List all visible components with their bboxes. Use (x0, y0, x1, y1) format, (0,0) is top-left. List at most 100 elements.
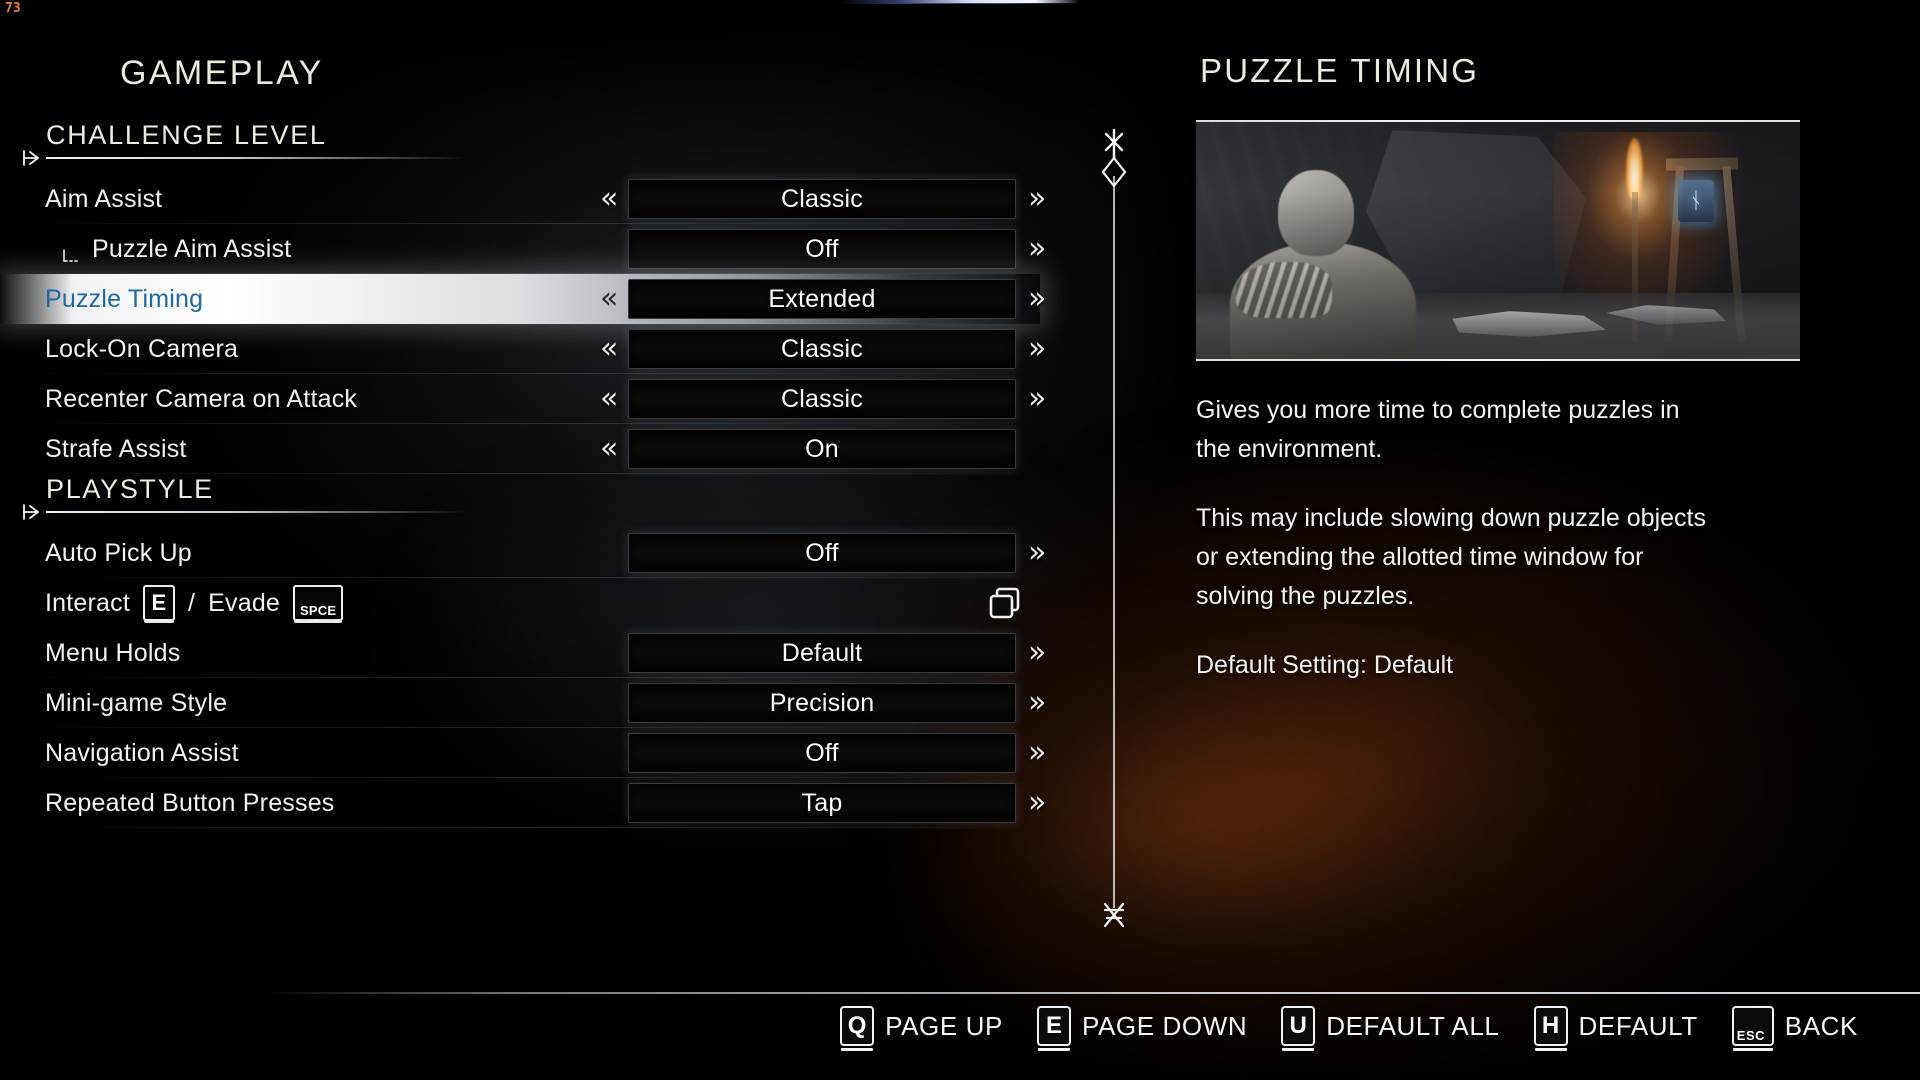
setting-row-label: Menu Holds (45, 639, 180, 668)
increment-arrow-icon[interactable]: » (1028, 334, 1046, 364)
key-u[interactable]: U (1281, 1006, 1316, 1051)
setting-value-box[interactable]: Extended (628, 279, 1016, 319)
key-e[interactable]: E (1036, 1006, 1071, 1051)
section-rule (46, 157, 466, 159)
footer-hints: Q PAGE UP E PAGE DOWN U DEFAULT ALL H DEFAULT ES… (840, 1006, 1858, 1051)
decrement-arrow-icon[interactable]: « (600, 434, 618, 464)
footer-hint-label: PAGE UP (885, 1010, 1003, 1041)
setting-row-label: Mini-game Style (45, 689, 227, 718)
increment-arrow-icon[interactable]: » (1028, 538, 1046, 568)
setting-row[interactable]: Navigation Assist Off » (0, 728, 1090, 778)
setting-row[interactable]: Menu Holds Default » (0, 628, 1090, 678)
increment-arrow-icon[interactable]: » (1028, 284, 1046, 314)
decrement-arrow-icon[interactable]: « (600, 284, 618, 314)
setting-row-label: Interact E / Evade SPCE (45, 585, 344, 621)
setting-label-text: Puzzle Aim Assist (92, 234, 292, 263)
section-rule (46, 511, 466, 513)
setting-row-label: Aim Assist (45, 185, 162, 214)
increment-arrow-icon[interactable]: » (1028, 184, 1046, 214)
section-header-label: CHALLENGE LEVEL (46, 120, 327, 150)
setting-row-label: Auto Pick Up (45, 539, 192, 568)
setting-value-text: Classic (781, 184, 863, 213)
footer-hint-bar: Q PAGE UP E PAGE DOWN U DEFAULT ALL H DEFAULT ES… (0, 992, 1920, 1080)
key-space[interactable]: SPCE (293, 585, 344, 621)
setting-label-text: Recenter Camera on Attack (45, 384, 358, 413)
key-h[interactable]: H (1533, 1006, 1568, 1051)
footer-hint[interactable]: E PAGE DOWN (1036, 1006, 1247, 1051)
setting-row[interactable]: Puzzle Aim Assist Off » (0, 224, 1090, 274)
setting-value-box[interactable]: On (628, 429, 1016, 469)
footer-hint[interactable]: U DEFAULT ALL (1281, 1006, 1499, 1051)
footer-hint-label: BACK (1784, 1010, 1858, 1041)
decrement-arrow-icon[interactable]: « (600, 184, 618, 214)
setting-label-text: Aim Assist (45, 184, 163, 213)
settings-list: CHALLENGE LEVEL Aim Assist «Classic» Puzzle… (0, 120, 1090, 980)
setting-row[interactable]: Recenter Camera on Attack « Classic » (0, 374, 1090, 424)
setting-value-text: Off (805, 234, 839, 263)
setting-row-interact-evade[interactable]: Interact E / Evade SPCE (0, 578, 1090, 628)
setting-row[interactable]: Repeated Button Presses Tap » (0, 778, 1090, 828)
increment-arrow-icon[interactable]: » (1028, 384, 1046, 414)
description-paragraph: Gives you more time to complete puzzles … (1196, 396, 1680, 463)
page-title-puzzle-timing: PUZZLE TIMING (1200, 52, 1480, 89)
settings-screen: 73 GAMEPLAY PUZZLE TIMING CHALLENGE LEVE… (0, 0, 1920, 1080)
frame-ornament-icon (1196, 120, 1204, 129)
setting-value-box[interactable]: Classic (628, 379, 1016, 419)
setting-value-box[interactable]: Off (628, 229, 1016, 269)
setting-row[interactable]: Aim Assist « Classic » (0, 174, 1090, 224)
setting-value-box[interactable]: Default (628, 633, 1016, 673)
page-title-gameplay: GAMEPLAY (120, 54, 324, 92)
setting-value-box[interactable]: Tap (628, 783, 1016, 823)
setting-value-text: Extended (768, 284, 876, 313)
setting-value-box[interactable]: Classic (628, 329, 1016, 369)
setting-label-text: Lock-On Camera (45, 334, 239, 363)
setting-value-box[interactable]: Off (628, 733, 1016, 773)
setting-value-box[interactable]: Classic (628, 179, 1016, 219)
description-default-setting: Default Setting: Default (1196, 651, 1454, 679)
preview-image (1196, 120, 1800, 361)
setting-label-text: Strafe Assist (45, 434, 187, 463)
key-esc[interactable]: ESC (1731, 1006, 1774, 1051)
setting-value-box[interactable]: Precision (628, 683, 1016, 723)
setting-row[interactable]: Mini-game Style Precision » (0, 678, 1090, 728)
decrement-arrow-icon[interactable]: « (600, 384, 618, 414)
setting-row[interactable]: Puzzle Timing « Extended » (0, 274, 1090, 324)
row-separator (0, 827, 1040, 828)
preview-scene (1196, 122, 1800, 359)
setting-row[interactable]: Strafe Assist « On (0, 424, 1090, 474)
footer-hint[interactable]: Q PAGE UP (840, 1006, 1003, 1051)
top-tab-strip[interactable] (0, 0, 1920, 10)
section-ornament-icon (22, 502, 48, 522)
setting-row[interactable]: Lock-On Camera « Classic » (0, 324, 1090, 374)
footer-hint[interactable]: ESC BACK (1731, 1006, 1858, 1051)
key-q[interactable]: Q (840, 1006, 875, 1051)
setting-label-text: Repeated Button Presses (45, 788, 335, 817)
preview-frame-top (1196, 120, 1800, 122)
frame-ornament-icon (1196, 352, 1204, 361)
section-header: PLAYSTYLE (0, 474, 1090, 528)
setting-label-text: Puzzle Timing (45, 284, 204, 313)
increment-arrow-icon[interactable]: » (1028, 638, 1046, 668)
setting-label-text: Mini-game Style (45, 688, 228, 717)
setting-label-text: Menu Holds (45, 638, 181, 667)
setting-description: Gives you more time to complete puzzles … (1196, 391, 1716, 685)
evade-label: Evade (208, 588, 281, 617)
increment-arrow-icon[interactable]: » (1028, 788, 1046, 818)
section-header: CHALLENGE LEVEL (0, 120, 1090, 174)
column-divider (1084, 128, 1144, 968)
frame-ornament-icon (1792, 352, 1800, 361)
increment-arrow-icon[interactable]: » (1028, 234, 1046, 264)
footer-hint[interactable]: H DEFAULT (1533, 1006, 1698, 1051)
footer-hint-label: DEFAULT (1578, 1010, 1698, 1041)
increment-arrow-icon[interactable]: » (1028, 688, 1046, 718)
setting-value-text: Classic (781, 384, 863, 413)
increment-arrow-icon[interactable]: » (1028, 738, 1046, 768)
section-header-label: PLAYSTYLE (46, 474, 214, 504)
setting-row[interactable]: Auto Pick Up Off » (0, 528, 1090, 578)
setting-value-box[interactable]: Off (628, 533, 1016, 573)
setting-value-text: Default (781, 638, 863, 667)
duplicate-squares-icon[interactable] (988, 586, 1022, 620)
key-e[interactable]: E (142, 585, 175, 621)
tab-underline-active (900, 0, 1080, 3)
decrement-arrow-icon[interactable]: « (600, 334, 618, 364)
